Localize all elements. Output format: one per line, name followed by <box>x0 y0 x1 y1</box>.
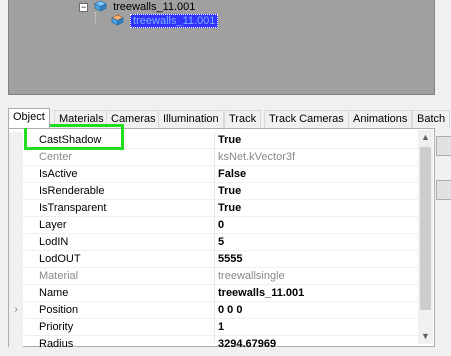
property-value[interactable]: 5555 <box>218 251 242 267</box>
row-gutter <box>9 166 23 182</box>
cube-icon <box>111 14 124 26</box>
property-row-name[interactable]: Name treewalls_11.001 <box>9 285 419 302</box>
tab-object[interactable]: Object <box>8 108 50 128</box>
scroll-down-icon[interactable]: ▼ <box>418 329 433 344</box>
row-gutter <box>9 132 23 148</box>
tab-illumination[interactable]: Illumination <box>158 110 224 128</box>
tab-track-cameras[interactable]: Track Cameras <box>264 110 349 128</box>
property-value[interactable]: 0 0 0 <box>218 302 242 318</box>
cube-icon <box>94 0 107 12</box>
vertical-scrollbar[interactable]: ▲ ▼ <box>418 130 433 344</box>
property-row-isrenderable[interactable]: IsRenderable True <box>9 183 419 200</box>
property-name: Position <box>39 304 79 316</box>
property-row-lodin[interactable]: LodIN 5 <box>9 234 419 251</box>
row-gutter <box>9 200 23 216</box>
property-name: LodOUT <box>39 253 81 265</box>
tree-node-child-selected[interactable]: treewalls_11.001 <box>111 14 219 29</box>
property-row-center[interactable]: Center ksNet.kVector3f <box>9 149 419 166</box>
property-row-istransparent[interactable]: IsTransparent True <box>9 200 419 217</box>
tree-node-label-selected: treewalls_11.001 <box>130 14 219 28</box>
property-value[interactable]: 3294.67969 <box>218 336 276 352</box>
property-name: IsActive <box>39 168 78 180</box>
property-value[interactable]: False <box>218 166 246 182</box>
property-name: IsRenderable <box>39 185 105 197</box>
property-row-layer[interactable]: Layer 0 <box>9 217 419 234</box>
property-name: Priority <box>39 321 74 333</box>
property-row-castshadow[interactable]: CastShadow True <box>9 132 419 149</box>
scrollbar-thumb[interactable] <box>420 147 431 310</box>
property-value: ksNet.kVector3f <box>218 151 296 163</box>
row-gutter <box>9 183 23 199</box>
property-row-isactive[interactable]: IsActive False <box>9 166 419 183</box>
tree-node-label: treewalls_11.001 <box>113 1 196 13</box>
tab-track[interactable]: Track <box>224 110 262 128</box>
row-gutter <box>9 319 23 335</box>
tab-materials[interactable]: Materials <box>54 110 109 128</box>
chevron-right-icon[interactable]: › <box>9 302 23 318</box>
property-value[interactable]: treewalls_11.001 <box>218 285 304 301</box>
row-gutter <box>9 234 23 250</box>
row-gutter <box>9 251 23 267</box>
right-panel-edge <box>434 96 451 356</box>
tab-batch[interactable]: Batch <box>412 110 451 128</box>
row-gutter <box>9 285 23 301</box>
row-gutter <box>9 268 23 284</box>
property-name: Center <box>39 151 73 163</box>
property-name: LodIN <box>39 236 69 248</box>
property-name: Layer <box>39 219 67 231</box>
property-row-position[interactable]: › Position 0 0 0 <box>9 302 419 319</box>
property-value: treewallsingle <box>218 270 285 282</box>
property-name: IsTransparent <box>39 202 107 214</box>
tab-bar: Object Materials Cameras Illumination Tr… <box>8 108 451 128</box>
tab-cameras[interactable]: Cameras <box>106 110 161 128</box>
property-grid: CastShadow True Center ksNet.kVector3f IsA… <box>8 128 435 353</box>
property-name: Material <box>39 270 79 282</box>
row-gutter <box>9 217 23 233</box>
property-row-material[interactable]: Material treewallsingle <box>9 268 419 285</box>
property-value[interactable]: 0 <box>218 217 224 233</box>
scroll-up-icon[interactable]: ▲ <box>418 130 433 145</box>
property-name: Radius <box>39 338 74 350</box>
row-gutter <box>9 336 23 352</box>
side-button-2[interactable] <box>436 180 451 200</box>
property-value[interactable]: 1 <box>218 319 224 335</box>
tab-animations[interactable]: Animations <box>348 110 413 128</box>
property-list: CastShadow True Center ksNet.kVector3f IsA… <box>9 132 419 353</box>
property-value[interactable]: True <box>218 183 241 199</box>
row-gutter <box>9 149 23 165</box>
tree-collapse-icon[interactable]: − <box>79 3 88 12</box>
property-row-lodout[interactable]: LodOUT 5555 <box>9 251 419 268</box>
side-button-1[interactable] <box>436 136 451 156</box>
scene-tree: − treewalls_11.001 treewalls_11.001 <box>8 0 435 95</box>
property-value[interactable]: True <box>218 132 241 148</box>
property-row-priority[interactable]: Priority 1 <box>9 319 419 336</box>
tree-node-parent[interactable]: treewalls_11.001 <box>94 0 195 15</box>
property-value[interactable]: 5 <box>218 234 224 250</box>
property-value[interactable]: True <box>218 200 241 216</box>
property-row-radius[interactable]: Radius 3294.67969 <box>9 336 419 353</box>
property-name: Name <box>39 287 69 299</box>
property-name: CastShadow <box>39 134 102 146</box>
